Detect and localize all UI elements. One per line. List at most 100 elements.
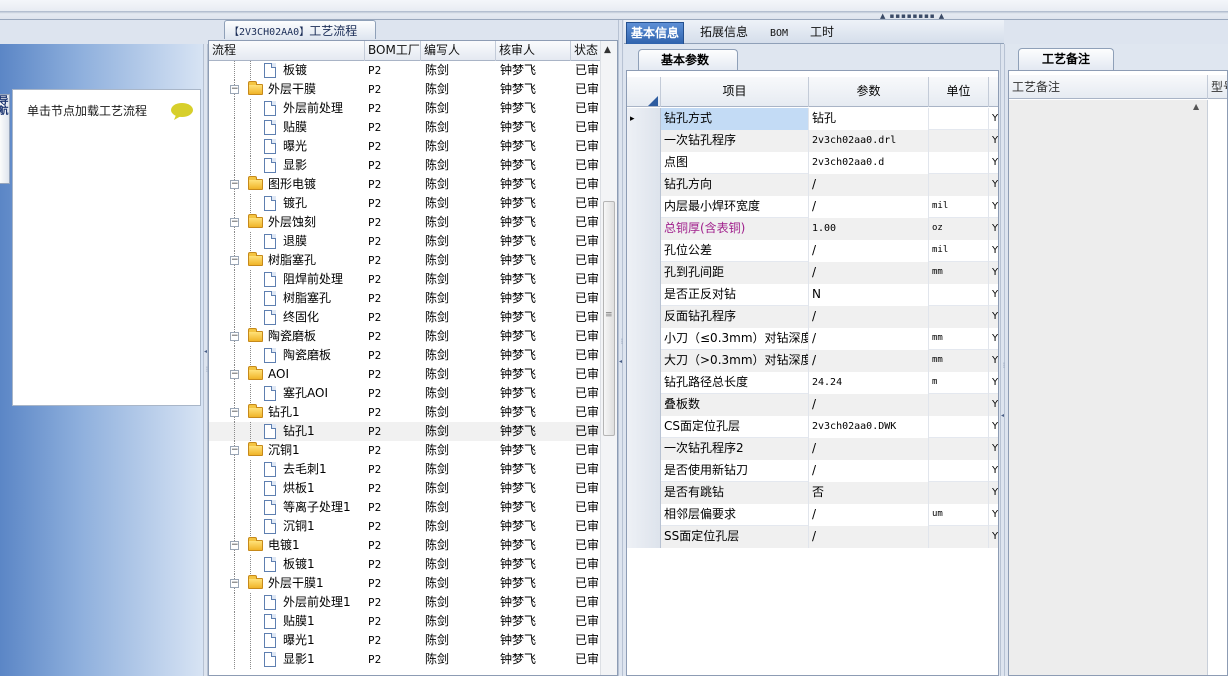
collapse-handle[interactable]: ▲ ▪▪▪▪▪▪▪▪ ▲	[880, 12, 945, 20]
row-selector[interactable]	[627, 504, 661, 526]
tree-row[interactable]: 曝光1 P2 陈剑 钟梦飞 已审	[209, 631, 601, 650]
collapse-toggle-icon[interactable]: −	[230, 332, 239, 341]
row-selector[interactable]	[627, 306, 661, 328]
tree-row[interactable]: 终固化 P2 陈剑 钟梦飞 已审	[209, 308, 601, 327]
row-selector[interactable]	[627, 438, 661, 460]
parameter-row[interactable]: 是否有跳钻否 Y	[627, 482, 998, 504]
collapse-toggle-icon[interactable]: −	[230, 446, 239, 455]
row-selector[interactable]: ▸	[627, 108, 661, 130]
middle-splitter[interactable]: ⋮ ◂	[618, 20, 625, 676]
tree-vertical-scrollbar[interactable]: ▲ ≡	[600, 41, 617, 675]
tree-row[interactable]: 显影 P2 陈剑 钟梦飞 已审	[209, 156, 601, 175]
parameter-row[interactable]: 一次钻孔程序2/ Y	[627, 438, 998, 460]
row-selector[interactable]	[627, 262, 661, 284]
tree-row[interactable]: 塞孔AOI P2 陈剑 钟梦飞 已审	[209, 384, 601, 403]
row-selector[interactable]	[627, 526, 661, 548]
parameter-row[interactable]: 一次钻孔程序 2v3ch02aa0.drl Y	[627, 130, 998, 152]
column-header-status[interactable]: 状态	[571, 41, 601, 61]
column-header-unit[interactable]: 单位	[929, 77, 989, 107]
tree-row[interactable]: 镀孔 P2 陈剑 钟梦飞 已审	[209, 194, 601, 213]
tree-row[interactable]: − 钻孔1 P2 陈剑 钟梦飞 已审	[209, 403, 601, 422]
remark-scroll-up-icon[interactable]: ▲	[1193, 102, 1199, 111]
tree-row[interactable]: 外层前处理1 P2 陈剑 钟梦飞 已审	[209, 593, 601, 612]
row-header-corner[interactable]	[627, 77, 661, 107]
parameter-value-field[interactable]: 2v3ch02aa0.DWK	[809, 416, 929, 438]
parameter-value-field[interactable]: /	[809, 504, 929, 526]
tree-scroll-thumb[interactable]: ≡	[603, 201, 615, 436]
parameter-row[interactable]: ▸ 钻孔方式 钻孔 Y	[627, 108, 998, 130]
tree-row[interactable]: 陶瓷磨板 P2 陈剑 钟梦飞 已审	[209, 346, 601, 365]
row-selector[interactable]	[627, 130, 661, 152]
parameter-value-field[interactable]: 钻孔	[809, 108, 929, 130]
row-selector[interactable]	[627, 394, 661, 416]
parameter-row[interactable]: 孔位公差 / mil Y	[627, 240, 998, 262]
parameter-row[interactable]: SS面定位孔层 / Y	[627, 526, 998, 548]
tree-row[interactable]: − 外层蚀刻 P2 陈剑 钟梦飞 已审	[209, 213, 601, 232]
parameter-value-field[interactable]: /	[809, 196, 929, 218]
tab-process-remark[interactable]: 工艺备注	[1018, 48, 1114, 70]
parameter-value-field[interactable]: /	[809, 438, 929, 460]
tree-row[interactable]: − 树脂塞孔 P2 陈剑 钟梦飞 已审	[209, 251, 601, 270]
tree-row[interactable]: 显影1 P2 陈剑 钟梦飞 已审	[209, 650, 601, 669]
column-header-flag[interactable]	[989, 77, 998, 107]
parameter-row[interactable]: 叠板数 / Y	[627, 394, 998, 416]
collapse-toggle-icon[interactable]: −	[230, 579, 239, 588]
row-selector[interactable]	[627, 350, 661, 372]
parameter-value-field[interactable]: 24.24	[809, 372, 929, 394]
parameter-row[interactable]: 是否正反对钻 N Y	[627, 284, 998, 306]
parameter-value-field[interactable]: /	[809, 350, 929, 372]
parameter-value-field[interactable]: /	[809, 328, 929, 350]
parameter-row[interactable]: 钻孔方向 / Y	[627, 174, 998, 196]
parameter-row[interactable]: 小刀（≤0.3mm）对钻深度 / mm Y	[627, 328, 998, 350]
parameter-value-field[interactable]: /	[809, 306, 929, 328]
tab-extended-info[interactable]: 拓展信息	[696, 22, 752, 44]
column-header-writer[interactable]: 编写人	[421, 41, 496, 61]
column-header-remark[interactable]: 工艺备注	[1009, 75, 1208, 99]
column-header-model[interactable]: 型号	[1208, 75, 1227, 99]
tree-row[interactable]: 外层前处理 P2 陈剑 钟梦飞 已审	[209, 99, 601, 118]
parameter-row[interactable]: 孔到孔间距 / mm Y	[627, 262, 998, 284]
tree-row[interactable]: − AOI P2 陈剑 钟梦飞 已审	[209, 365, 601, 384]
collapse-toggle-icon[interactable]: −	[230, 218, 239, 227]
remark-text-area[interactable]: ▲	[1009, 100, 1208, 675]
parameter-row[interactable]: 内层最小焊环宽度 / mil Y	[627, 196, 998, 218]
parameter-value-field[interactable]: 否	[809, 482, 929, 504]
tree-row[interactable]: 钻孔1 P2 陈剑 钟梦飞 已审	[209, 422, 601, 441]
parameter-value-field[interactable]: N	[809, 284, 929, 306]
tree-row[interactable]: 沉铜1 P2 陈剑 钟梦飞 已审	[209, 517, 601, 536]
tree-row[interactable]: − 电镀1 P2 陈剑 钟梦飞 已审	[209, 536, 601, 555]
row-selector[interactable]	[627, 152, 661, 174]
tree-row[interactable]: 等离子处理1 P2 陈剑 钟梦飞 已审	[209, 498, 601, 517]
tree-row[interactable]: 板镀 P2 陈剑 钟梦飞 已审	[209, 61, 601, 80]
parameter-value-field[interactable]: /	[809, 526, 929, 548]
parameter-value-field[interactable]: /	[809, 240, 929, 262]
row-selector[interactable]	[627, 196, 661, 218]
tree-row[interactable]: 曝光 P2 陈剑 钟梦飞 已审	[209, 137, 601, 156]
tree-row[interactable]: 贴膜 P2 陈剑 钟梦飞 已审	[209, 118, 601, 137]
column-header-param[interactable]: 参数	[809, 77, 929, 107]
row-selector[interactable]	[627, 240, 661, 262]
tree-row[interactable]: 树脂塞孔 P2 陈剑 钟梦飞 已审	[209, 289, 601, 308]
row-selector[interactable]	[627, 174, 661, 196]
tab-work-hours[interactable]: 工时	[806, 22, 838, 44]
parameter-row[interactable]: 总铜厚(含表铜) 1.00 oz Y	[627, 218, 998, 240]
row-selector[interactable]	[627, 482, 661, 504]
tab-basic-info[interactable]: 基本信息	[626, 22, 685, 44]
parameter-row[interactable]: 钻孔路径总长度 24.24 m Y	[627, 372, 998, 394]
tab-basic-parameters[interactable]: 基本参数	[638, 49, 738, 71]
row-selector[interactable]	[627, 460, 661, 482]
collapse-toggle-icon[interactable]: −	[230, 370, 239, 379]
collapse-toggle-icon[interactable]: −	[230, 256, 239, 265]
parameter-value-field[interactable]: 2v3ch02aa0.drl	[809, 130, 929, 152]
parameter-value-field[interactable]: /	[809, 174, 929, 196]
parameter-value-field[interactable]: /	[809, 262, 929, 284]
collapse-toggle-icon[interactable]: −	[230, 408, 239, 417]
parameter-row[interactable]: 反面钻孔程序 / Y	[627, 306, 998, 328]
tree-row[interactable]: 烘板1 P2 陈剑 钟梦飞 已审	[209, 479, 601, 498]
collapse-toggle-icon[interactable]: −	[230, 541, 239, 550]
tree-row[interactable]: − 外层干膜1 P2 陈剑 钟梦飞 已审	[209, 574, 601, 593]
row-selector[interactable]	[627, 284, 661, 306]
parameter-row[interactable]: CS面定位孔层 2v3ch02aa0.DWK Y	[627, 416, 998, 438]
parameter-value-field[interactable]: 2v3ch02aa0.d	[809, 152, 929, 174]
tree-row[interactable]: 去毛刺1 P2 陈剑 钟梦飞 已审	[209, 460, 601, 479]
